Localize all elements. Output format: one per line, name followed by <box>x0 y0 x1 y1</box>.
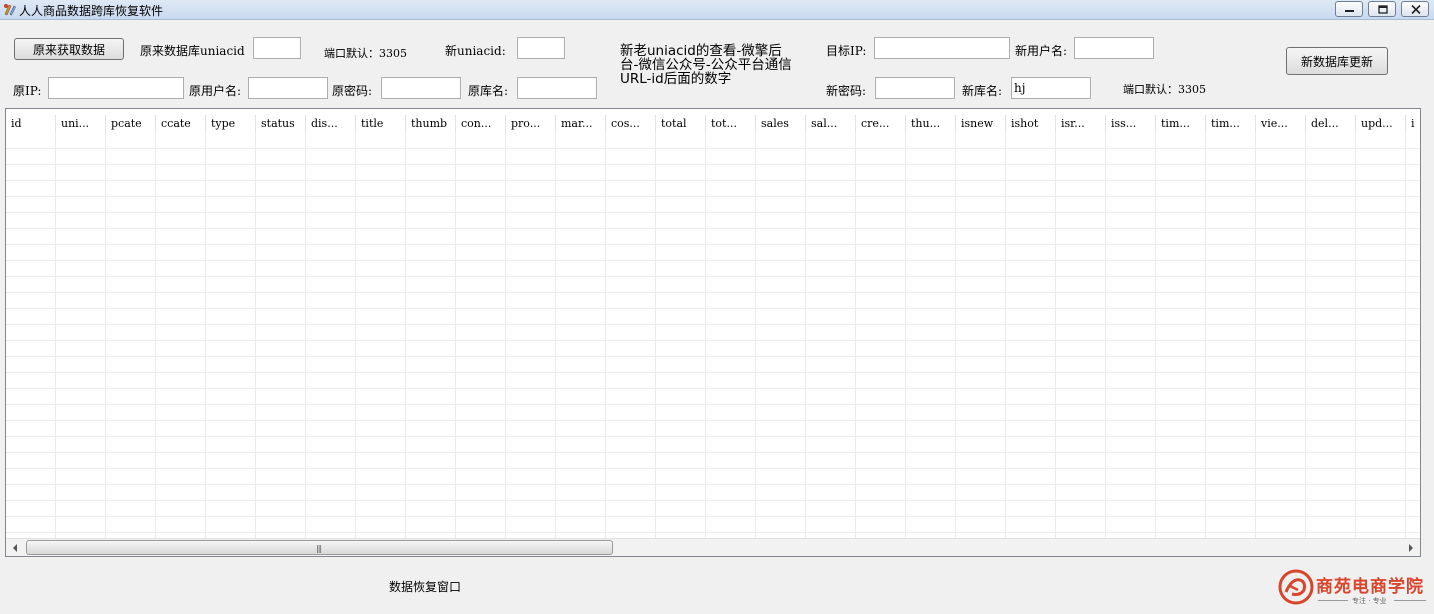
brand-logo-icon <box>1278 569 1314 605</box>
restore-icon <box>1378 5 1388 14</box>
target-password-input[interactable] <box>875 77 955 99</box>
column-header[interactable]: vie... <box>1256 115 1306 133</box>
logo-divider-left <box>1318 600 1348 601</box>
target-ip-label: 目标IP: <box>826 44 867 58</box>
title-bar[interactable]: 人人商品数据跨库恢复软件 <box>0 0 1434 20</box>
horizontal-scrollbar[interactable]: ||| <box>6 538 1420 556</box>
column-header[interactable]: del... <box>1306 115 1356 133</box>
minimize-button[interactable] <box>1335 1 1363 17</box>
column-header[interactable]: tim... <box>1206 115 1256 133</box>
close-button[interactable] <box>1401 1 1429 17</box>
source-uniacid-label: 原来数据库uniacid <box>140 44 245 58</box>
logo-divider-right <box>1394 600 1426 601</box>
source-ip-label: 原IP: <box>13 84 42 98</box>
scroll-thumb[interactable]: ||| <box>26 540 613 555</box>
source-ip-input[interactable] <box>48 77 184 99</box>
column-header[interactable]: upd... <box>1356 115 1406 133</box>
column-header[interactable]: con... <box>456 115 506 133</box>
column-header[interactable]: id <box>6 115 56 133</box>
target-ip-input[interactable] <box>874 37 1010 59</box>
source-db-label: 原库名: <box>468 84 509 98</box>
source-db-input[interactable] <box>517 77 597 99</box>
grid-body[interactable] <box>6 133 1420 538</box>
source-port-note: 端口默认：3305 <box>324 47 407 60</box>
maximize-button[interactable] <box>1368 1 1396 17</box>
status-text: 数据恢复窗口 <box>389 580 462 594</box>
brand-logo-text: 商苑电商学院 <box>1316 577 1424 597</box>
column-header[interactable]: isnew <box>956 115 1006 133</box>
target-uniacid-label: 新uniacid: <box>445 44 506 58</box>
column-header[interactable]: iss... <box>1106 115 1156 133</box>
column-header[interactable]: cos... <box>606 115 656 133</box>
column-header[interactable]: isr... <box>1056 115 1106 133</box>
column-header[interactable]: mar... <box>556 115 606 133</box>
column-header[interactable]: tim... <box>1156 115 1206 133</box>
column-header[interactable]: thu... <box>906 115 956 133</box>
fetch-data-button[interactable]: 原来获取数据 <box>14 38 124 60</box>
column-header[interactable]: sal... <box>806 115 856 133</box>
column-header[interactable]: ishot <box>1006 115 1056 133</box>
source-password-input[interactable] <box>381 77 461 99</box>
column-header[interactable]: tot... <box>706 115 756 133</box>
column-header[interactable]: dis... <box>306 115 356 133</box>
source-password-label: 原密码: <box>332 84 373 98</box>
target-db-input[interactable] <box>1011 77 1091 99</box>
target-user-input[interactable] <box>1074 37 1154 59</box>
column-header[interactable]: total <box>656 115 706 133</box>
data-grid[interactable]: id uni... pcate ccate type status dis... title t… <box>5 108 1421 557</box>
column-header[interactable]: uni... <box>56 115 106 133</box>
target-port-note: 端口默认：3305 <box>1123 83 1206 96</box>
source-user-input[interactable] <box>248 77 328 99</box>
target-password-label: 新密码: <box>826 84 867 98</box>
app-icon <box>4 4 16 16</box>
target-db-label: 新库名: <box>962 84 1003 98</box>
column-header[interactable]: i <box>1406 115 1420 133</box>
scroll-left-icon[interactable] <box>10 543 20 553</box>
column-header[interactable]: sales <box>756 115 806 133</box>
scroll-right-icon[interactable] <box>1406 543 1416 553</box>
minimize-icon <box>1345 10 1354 12</box>
brand-logo: 商苑电商学院 专注 · 专业 <box>1276 566 1430 610</box>
grip-icon: ||| <box>316 544 322 553</box>
column-header[interactable]: pro... <box>506 115 556 133</box>
target-uniacid-input[interactable] <box>517 37 565 59</box>
source-uniacid-input[interactable] <box>253 37 301 59</box>
window-title: 人人商品数据跨库恢复软件 <box>19 4 164 18</box>
target-user-label: 新用户名: <box>1015 44 1068 58</box>
column-header[interactable]: thumb <box>406 115 456 133</box>
column-header[interactable]: ccate <box>156 115 206 133</box>
column-header[interactable]: pcate <box>106 115 156 133</box>
column-header[interactable]: title <box>356 115 406 133</box>
grid-header: id uni... pcate ccate type status dis... title t… <box>6 115 1420 133</box>
column-header[interactable]: cre... <box>856 115 906 133</box>
column-header[interactable]: type <box>206 115 256 133</box>
column-header[interactable]: status <box>256 115 306 133</box>
uniacid-help-note: 新老uniacid的查看-微擎后台-微信公众号-公众平台通信URL-id后面的数… <box>620 43 792 87</box>
brand-logo-subtitle: 专注 · 专业 <box>1352 597 1387 605</box>
close-icon <box>1411 5 1421 14</box>
update-database-button[interactable]: 新数据库更新 <box>1286 47 1388 75</box>
source-user-label: 原用户名: <box>189 84 242 98</box>
